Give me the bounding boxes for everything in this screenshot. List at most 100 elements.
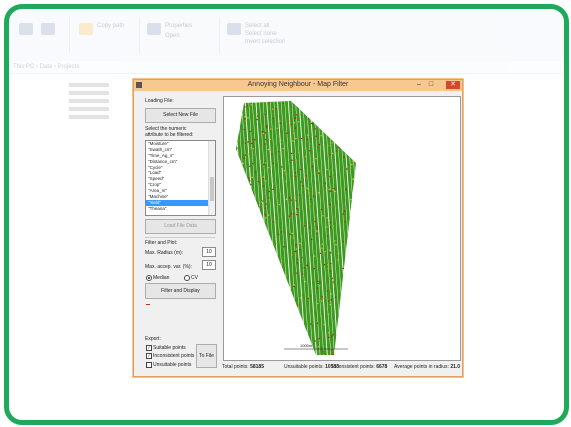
attribute-listbox[interactable]: "Moisture" "Swath_cm" "Time_Ag_s" "Distance… bbox=[145, 140, 216, 216]
point-marker bbox=[319, 252, 322, 254]
point-marker bbox=[327, 267, 329, 270]
point-marker bbox=[357, 267, 358, 268]
point-marker bbox=[308, 150, 311, 152]
point-marker bbox=[291, 321, 293, 323]
point-marker bbox=[316, 230, 318, 232]
point-marker bbox=[349, 239, 352, 241]
point-marker bbox=[245, 233, 247, 235]
inconsistent-points-status: Inconsistent points: 6678 bbox=[332, 364, 387, 370]
point-marker bbox=[295, 159, 297, 161]
point-marker bbox=[348, 125, 351, 127]
point-marker bbox=[357, 219, 358, 220]
point-marker bbox=[297, 206, 300, 208]
point-marker bbox=[245, 120, 247, 122]
point-marker bbox=[297, 352, 300, 355]
point-marker bbox=[240, 195, 242, 197]
point-marker bbox=[304, 147, 307, 149]
point-marker bbox=[326, 169, 328, 171]
point-marker bbox=[348, 150, 350, 152]
point-marker bbox=[286, 132, 288, 134]
to-file-button[interactable]: To File bbox=[196, 344, 217, 368]
point-marker bbox=[352, 252, 355, 255]
point-marker bbox=[266, 247, 268, 249]
point-marker bbox=[252, 146, 255, 148]
median-radio[interactable] bbox=[146, 275, 152, 281]
point-marker bbox=[322, 297, 324, 300]
point-marker bbox=[318, 116, 320, 118]
cv-radio[interactable] bbox=[184, 275, 190, 281]
point-marker bbox=[342, 240, 345, 243]
point-marker bbox=[285, 180, 287, 182]
ribbon-label: Properties bbox=[165, 23, 193, 29]
point-marker bbox=[317, 172, 320, 174]
point-marker bbox=[307, 188, 310, 191]
point-marker bbox=[247, 278, 250, 281]
point-marker bbox=[327, 145, 329, 147]
pass-gap-line bbox=[348, 101, 356, 355]
ribbon-label: Invert selection bbox=[245, 39, 286, 45]
point-marker bbox=[329, 203, 331, 206]
point-marker bbox=[291, 347, 293, 349]
inconsistent-points-label: Inconsistent points bbox=[153, 353, 195, 359]
suitable-points-checkbox[interactable]: ✓ bbox=[146, 345, 152, 351]
close-button[interactable]: ✕ bbox=[446, 81, 460, 89]
point-marker bbox=[300, 235, 302, 237]
point-marker bbox=[262, 177, 265, 180]
point-marker bbox=[332, 225, 335, 227]
divider bbox=[145, 237, 215, 238]
unsuitable-points-label: Unsuitable points bbox=[153, 362, 192, 368]
point-marker bbox=[244, 142, 247, 144]
point-marker bbox=[283, 246, 285, 248]
point-marker bbox=[354, 304, 356, 306]
point-marker bbox=[234, 208, 235, 209]
point-marker bbox=[265, 180, 267, 182]
point-marker bbox=[347, 253, 349, 255]
maximize-button[interactable]: □ bbox=[426, 81, 436, 89]
scrollbar-thumb[interactable] bbox=[210, 177, 214, 201]
point-marker bbox=[350, 198, 352, 201]
listbox-scrollbar[interactable] bbox=[208, 141, 215, 215]
point-marker bbox=[343, 210, 346, 212]
select-new-file-button[interactable]: Select New File bbox=[145, 108, 216, 123]
point-marker bbox=[332, 281, 335, 283]
minimize-button[interactable]: – bbox=[414, 81, 424, 89]
point-marker bbox=[346, 242, 349, 244]
point-marker bbox=[317, 282, 319, 285]
point-marker bbox=[310, 323, 312, 325]
point-marker bbox=[277, 150, 280, 153]
point-marker bbox=[306, 187, 308, 189]
point-marker bbox=[326, 290, 329, 292]
point-marker bbox=[264, 214, 266, 216]
map-plot-area[interactable]: 1000m bbox=[223, 96, 461, 361]
folder-icon bbox=[79, 23, 93, 35]
point-marker bbox=[289, 123, 291, 126]
point-marker bbox=[350, 348, 353, 350]
filter-and-display-button[interactable]: Filter and Display bbox=[145, 283, 216, 299]
point-marker bbox=[331, 112, 333, 114]
point-marker bbox=[342, 267, 344, 270]
point-marker bbox=[354, 160, 356, 163]
point-marker bbox=[276, 288, 279, 290]
inconsistent-points-checkbox[interactable]: ✓ bbox=[146, 353, 152, 359]
point-marker bbox=[321, 243, 324, 245]
point-marker bbox=[279, 142, 281, 144]
point-marker bbox=[254, 101, 257, 103]
point-marker bbox=[297, 120, 300, 123]
point-marker bbox=[292, 140, 294, 142]
point-marker bbox=[254, 171, 257, 173]
load-file-data-button[interactable]: Load File Data bbox=[145, 219, 216, 234]
max-accep-input[interactable]: 10 bbox=[202, 260, 216, 270]
max-radius-input[interactable]: 10 bbox=[202, 247, 216, 257]
point-marker bbox=[246, 335, 249, 338]
point-marker bbox=[236, 312, 239, 315]
outer-frame: Copy path Properties Open Select all Sel… bbox=[4, 4, 569, 425]
point-marker bbox=[305, 175, 307, 177]
point-marker bbox=[277, 350, 279, 352]
progress-marker bbox=[146, 304, 150, 305]
unsuitable-points-checkbox[interactable] bbox=[146, 362, 152, 368]
point-marker bbox=[240, 325, 242, 327]
attribute-list-item[interactable]: "Theana" bbox=[146, 206, 215, 212]
point-marker bbox=[243, 128, 245, 131]
point-marker bbox=[312, 312, 314, 315]
point-marker bbox=[293, 285, 295, 288]
